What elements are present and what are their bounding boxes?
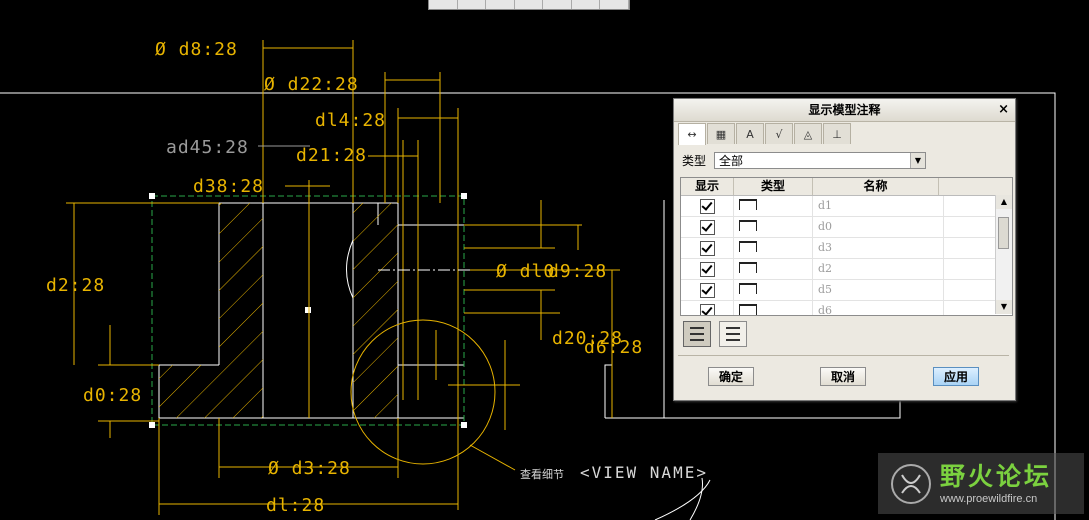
tab-surface-finish-icon[interactable]: √ <box>765 123 793 144</box>
dimension-type-icon <box>739 241 757 252</box>
tab-datum-icon[interactable]: ⊥ <box>823 123 851 144</box>
watermark: 野火论坛 www.proewildfire.cn <box>878 453 1084 514</box>
table-row[interactable]: d5 <box>681 280 1012 301</box>
dialog-title: 显示模型注释 <box>808 103 881 117</box>
dim-d9[interactable]: d9:28 <box>548 261 607 282</box>
dim-d10[interactable]: Ø dl0 <box>496 261 555 282</box>
dim-d3[interactable]: Ø d3:28 <box>268 458 351 479</box>
display-icon[interactable] <box>572 0 601 9</box>
layer-icon[interactable] <box>543 0 572 9</box>
section-hatching <box>159 203 398 418</box>
view-name-label[interactable]: <VIEW NAME> <box>580 463 708 482</box>
dim-d0[interactable]: d0:28 <box>83 385 142 406</box>
detail-label: 查看细节 <box>520 467 564 481</box>
table-row[interactable]: d3 <box>681 238 1012 259</box>
col-type[interactable]: 类型 <box>734 178 813 195</box>
annotation-name: d6 <box>813 301 944 315</box>
tab-symbols-icon[interactable]: ◬ <box>794 123 822 144</box>
top-toolbar <box>428 0 630 10</box>
table-row[interactable]: d0 <box>681 217 1012 238</box>
deselect-all-icon <box>726 327 740 329</box>
cancel-button[interactable]: 取消 <box>820 367 866 386</box>
show-checkbox[interactable] <box>700 199 715 214</box>
show-checkbox[interactable] <box>700 283 715 298</box>
ok-button[interactable]: 确定 <box>708 367 754 386</box>
dim-d22[interactable]: Ø d22:28 <box>264 74 359 95</box>
dimension-type-icon <box>739 199 757 210</box>
annotation-name: d3 <box>813 238 944 258</box>
show-checkbox[interactable] <box>700 241 715 256</box>
annotation-name: d2 <box>813 259 944 279</box>
show-checkbox[interactable] <box>700 304 715 315</box>
dim-d14[interactable]: dl4:28 <box>315 110 386 131</box>
table-row[interactable]: d2 <box>681 259 1012 280</box>
apply-button[interactable]: 应用 <box>933 367 979 386</box>
dialog-titlebar[interactable]: 显示模型注释 × <box>674 99 1015 122</box>
show-annotations-dialog: 显示模型注释 × ↔ ▦ A √ ◬ ⊥ 类型 全部 ▼ 显示 类型 名称 d1… <box>673 98 1016 401</box>
show-checkbox[interactable] <box>700 262 715 277</box>
function-icon[interactable] <box>600 0 630 9</box>
tab-gtol-icon[interactable]: ▦ <box>707 123 735 144</box>
table-row[interactable]: d1 <box>681 196 1012 217</box>
chevron-down-icon[interactable]: ▼ <box>910 153 925 168</box>
annotation-table: 显示 类型 名称 d1 d0 d3 d2 d5 d6 ▲ ▼ <box>680 177 1013 316</box>
watermark-url: www.proewildfire.cn <box>940 493 1038 505</box>
dim-d8[interactable]: Ø d8:28 <box>155 39 238 60</box>
select-all-button[interactable] <box>683 321 711 347</box>
table-header: 显示 类型 名称 <box>681 178 1012 196</box>
annotation-name: d0 <box>813 217 944 237</box>
dimension-type-icon <box>739 304 757 315</box>
annotation-name: d5 <box>813 280 944 300</box>
dim-d21[interactable]: d21:28 <box>296 145 367 166</box>
dim-d1[interactable]: dl:28 <box>266 495 325 516</box>
dimension-type-icon <box>739 220 757 231</box>
dim-d38[interactable]: d38:28 <box>193 176 264 197</box>
scroll-up-icon[interactable]: ▲ <box>996 195 1012 209</box>
dim-ad45[interactable]: ad45:28 <box>166 137 249 158</box>
type-label: 类型 <box>682 154 707 168</box>
annotation-type-tabs: ↔ ▦ A √ ◬ ⊥ <box>678 123 852 145</box>
save-view-icon[interactable] <box>515 0 544 9</box>
col-show[interactable]: 显示 <box>681 178 734 195</box>
select-all-icon <box>690 327 704 329</box>
zoom-icon[interactable] <box>429 0 458 9</box>
scroll-down-icon[interactable]: ▼ <box>996 300 1012 314</box>
type-select[interactable]: 全部 ▼ <box>714 152 926 169</box>
rotate-icon[interactable] <box>458 0 487 9</box>
scroll-thumb[interactable] <box>998 217 1009 249</box>
deselect-all-button[interactable] <box>719 321 747 347</box>
tab-notes-icon[interactable]: A <box>736 123 764 144</box>
dim-d2[interactable]: d2:28 <box>46 275 105 296</box>
dialog-divider <box>678 355 1009 356</box>
dimension-type-icon <box>739 262 757 273</box>
pan-icon[interactable] <box>486 0 515 9</box>
dimension-type-icon <box>739 283 757 294</box>
show-checkbox[interactable] <box>700 220 715 235</box>
type-select-value: 全部 <box>719 154 744 168</box>
table-scrollbar[interactable]: ▲ ▼ <box>995 195 1012 314</box>
close-icon[interactable]: × <box>998 99 1009 121</box>
watermark-logo <box>891 464 931 504</box>
dim-d6[interactable]: d6:28 <box>584 337 643 358</box>
table-row[interactable]: d6 <box>681 301 1012 315</box>
watermark-title: 野火论坛 <box>940 462 1053 491</box>
type-filter-row: 类型 全部 ▼ <box>682 152 926 169</box>
col-name[interactable]: 名称 <box>813 178 939 195</box>
tab-dimensions-icon[interactable]: ↔ <box>678 123 706 145</box>
annotation-name: d1 <box>813 196 944 216</box>
